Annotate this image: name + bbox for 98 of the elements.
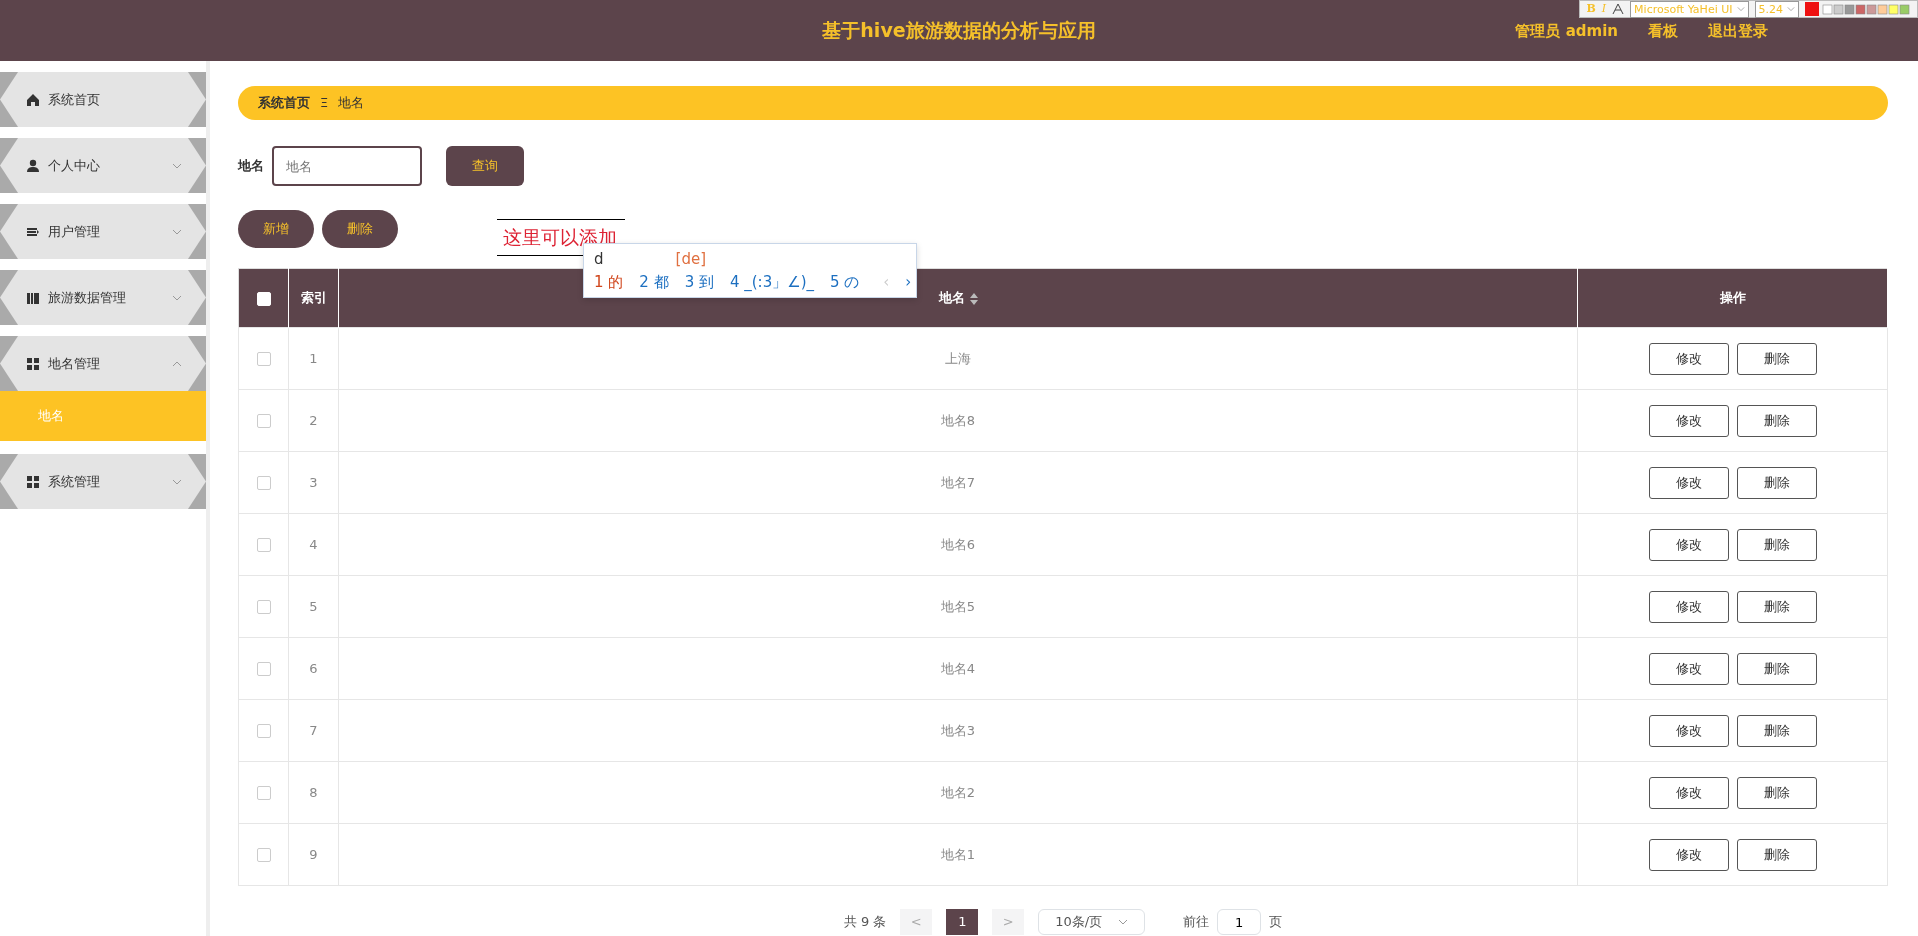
name-cell: 地名7 (940, 474, 976, 490)
row-checkbox[interactable] (256, 600, 271, 615)
ime-candidate[interactable]: 2 都 (639, 270, 669, 293)
sidebar-label: 旅游数据管理 (48, 288, 127, 307)
page-button[interactable]: 1 (946, 909, 979, 935)
sidebar-item[interactable]: 地名管理 (0, 336, 206, 391)
row-checkbox[interactable] (256, 662, 271, 677)
row-action-button[interactable]: 修改 (1648, 714, 1729, 747)
row-action-button[interactable]: 删除 (1736, 776, 1817, 809)
books-icon (26, 290, 40, 305)
name-cell: 地名4 (940, 660, 976, 676)
index-cell: 9 (309, 846, 318, 862)
sidebar-label: 地名管理 (48, 354, 101, 373)
index-cell: 5 (309, 598, 318, 614)
ime-candidate[interactable]: 5 の (830, 270, 860, 293)
sidebar-item[interactable]: 用户管理 (0, 204, 206, 259)
name-cell: 地名5 (940, 598, 976, 614)
sidebar-label: 系统管理 (48, 472, 101, 491)
ime-pinyin: [de] (675, 249, 706, 270)
row-checkbox[interactable] (256, 538, 271, 553)
index-cell: 7 (309, 722, 318, 738)
search-field[interactable]: 地名 (272, 146, 422, 186)
goto-suffix: 页 (1269, 913, 1283, 932)
header-link[interactable]: 看板 (1648, 20, 1678, 43)
column-header: 操作 (1719, 290, 1746, 306)
name-cell: 地名3 (940, 722, 976, 738)
row-checkbox[interactable] (256, 786, 271, 801)
grid-icon (26, 356, 40, 371)
grid-icon (26, 474, 40, 489)
row-action-button[interactable]: 删除 (1736, 342, 1817, 375)
dropdown-caret-icon (1118, 919, 1129, 925)
row-checkbox[interactable] (256, 848, 271, 863)
search-label: 地名 (238, 157, 264, 176)
row-checkbox[interactable] (256, 414, 271, 429)
breadcrumb-item[interactable]: 系统首页 (258, 93, 310, 113)
query-button[interactable]: 查询 (446, 146, 524, 186)
row-action-button[interactable]: 删除 (1736, 590, 1817, 623)
name-cell: 地名1 (940, 846, 976, 862)
font-name: Microsoft YaHei UI (1634, 1, 1733, 17)
row-action-button[interactable]: 修改 (1648, 838, 1729, 871)
row-action-button[interactable]: 删除 (1736, 714, 1817, 747)
index-cell: 8 (309, 784, 318, 800)
page-size-value: 10条/页 (1055, 913, 1103, 932)
total-count: 共 9 条 (843, 913, 887, 932)
row-action-button[interactable]: 删除 (1736, 652, 1817, 685)
row-action-button[interactable]: 删除 (1736, 528, 1817, 561)
sidebar-item[interactable]: 个人中心 (0, 138, 206, 193)
row-action-button[interactable]: 修改 (1648, 342, 1729, 375)
sidebar-label: 系统首页 (48, 90, 101, 109)
sidebar-label: 个人中心 (48, 156, 101, 175)
ime-next-button[interactable]: › (905, 270, 912, 293)
goto-page-field[interactable]: 1 (1217, 909, 1262, 935)
index-cell: 3 (309, 474, 318, 490)
index-cell: 2 (309, 412, 318, 428)
app-title: 基于hive旅游数据的分析与应用 (822, 18, 1096, 44)
page-size-select[interactable]: 10条/页 (1038, 909, 1146, 935)
row-action-button[interactable]: 修改 (1648, 528, 1729, 561)
select-all-checkbox[interactable] (256, 291, 271, 306)
sidebar-item[interactable]: 系统首页 (0, 72, 206, 127)
sidebar-label: 用户管理 (48, 222, 101, 241)
column-header: 索引 (300, 290, 327, 306)
column-header[interactable]: 地名 (938, 290, 965, 306)
row-action-button[interactable]: 删除 (1736, 466, 1817, 499)
action-button[interactable]: 新增 (238, 210, 314, 248)
name-cell: 地名8 (940, 412, 976, 428)
name-cell: 地名6 (940, 536, 976, 552)
name-cell: 上海 (945, 350, 971, 366)
index-cell: 1 (309, 350, 318, 366)
dropdown-caret-icon (1736, 6, 1745, 12)
home-icon (26, 92, 40, 107)
dropdown-caret-icon (1787, 6, 1795, 12)
row-checkbox[interactable] (256, 476, 271, 491)
header-link[interactable]: 管理员 admin (1515, 20, 1618, 43)
row-action-button[interactable]: 修改 (1648, 652, 1729, 685)
font-size-value: 5.24 (1758, 1, 1783, 17)
row-checkbox[interactable] (256, 352, 271, 367)
breadcrumb-item: 地名 (338, 94, 365, 113)
action-button[interactable]: 删除 (322, 210, 398, 248)
ime-candidate[interactable]: 1 的 (594, 270, 624, 293)
index-cell: 6 (309, 660, 318, 676)
outline-letter-icon (1612, 3, 1625, 15)
sidebar-item[interactable]: 系统管理 (0, 454, 206, 509)
sidebar-item[interactable]: 旅游数据管理 (0, 270, 206, 325)
header-link[interactable]: 退出登录 (1708, 20, 1768, 43)
index-cell: 4 (309, 536, 318, 552)
row-action-button[interactable]: 删除 (1736, 838, 1817, 871)
row-action-button[interactable]: 删除 (1736, 404, 1817, 437)
row-checkbox[interactable] (256, 724, 271, 739)
breadcrumb-separator: Ξ (320, 94, 329, 113)
row-action-button[interactable]: 修改 (1648, 590, 1729, 623)
row-action-button[interactable]: 修改 (1648, 776, 1729, 809)
row-action-button[interactable]: 修改 (1648, 466, 1729, 499)
ime-candidate[interactable]: 3 到 (684, 270, 714, 293)
name-cell: 地名2 (940, 784, 976, 800)
goto-label: 前往 (1183, 913, 1210, 932)
user-icon (26, 158, 40, 173)
row-action-button[interactable]: 修改 (1648, 404, 1729, 437)
ime-candidate[interactable]: 4 _(:3」∠)_ (729, 270, 814, 293)
